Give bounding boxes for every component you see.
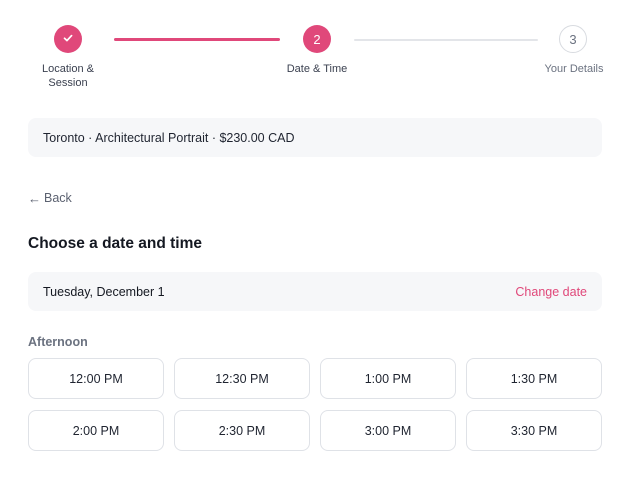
time-slot-grid: 12:00 PM 12:30 PM 1:00 PM 1:30 PM 2:00 P… <box>28 358 602 451</box>
stepper-connector-completed <box>114 38 280 41</box>
booking-summary-text: Toronto · Architectural Portrait · $230.… <box>43 130 295 145</box>
time-slot-button[interactable]: 12:30 PM <box>174 358 310 399</box>
step-2-indicator: 2 <box>303 25 331 53</box>
time-slot-button[interactable]: 3:30 PM <box>466 410 602 451</box>
step-1-label-line-2: Session <box>48 77 88 89</box>
step-2-number: 2 <box>313 31 321 47</box>
step-1-label-line-1: Location & <box>42 63 94 75</box>
time-slot-button[interactable]: 1:00 PM <box>320 358 456 399</box>
time-slot-button[interactable]: 1:30 PM <box>466 358 602 399</box>
time-slot-button[interactable]: 2:00 PM <box>28 410 164 451</box>
back-link[interactable]: ← Back <box>28 191 72 205</box>
booking-summary-bar: Toronto · Architectural Portrait · $230.… <box>28 118 602 157</box>
stepper-connector-upcoming <box>354 39 538 41</box>
arrow-left-icon: ← <box>28 190 41 206</box>
step-3-number: 3 <box>569 31 577 47</box>
step-3-label: Your Details <box>544 63 604 75</box>
step-3-indicator: 3 <box>559 25 587 53</box>
time-slot-button[interactable]: 3:00 PM <box>320 410 456 451</box>
afternoon-section-label: Afternoon <box>28 335 88 349</box>
step-1-label: Location & Session <box>28 62 108 90</box>
change-date-link[interactable]: Change date <box>515 285 587 299</box>
time-slot-button[interactable]: 2:30 PM <box>174 410 310 451</box>
page-title: Choose a date and time <box>28 235 202 252</box>
selected-date-row: Tuesday, December 1 Change date <box>28 272 602 311</box>
booking-page: 2 3 Location & Session Date & Time Your … <box>0 0 636 478</box>
back-link-label: Back <box>44 191 72 205</box>
check-icon <box>62 32 74 47</box>
step-1-indicator <box>54 25 82 53</box>
step-2-label: Date & Time <box>286 63 348 75</box>
time-slot-button[interactable]: 12:00 PM <box>28 358 164 399</box>
progress-stepper: 2 3 Location & Session Date & Time Your … <box>0 0 636 100</box>
selected-date-text: Tuesday, December 1 <box>43 284 165 299</box>
